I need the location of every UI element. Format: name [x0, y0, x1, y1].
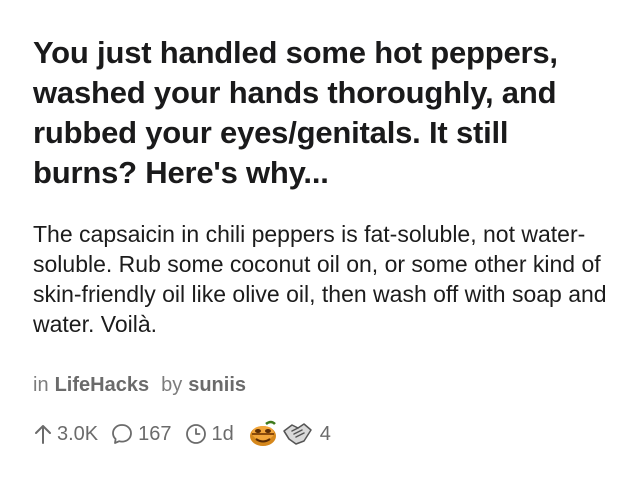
- in-label: in: [33, 374, 49, 396]
- by-label: by: [161, 374, 183, 396]
- post-card[interactable]: You just handled some hot peppers, washe…: [0, 0, 640, 482]
- upvote-arrow-icon: [33, 423, 53, 445]
- comment-bubble-icon: [110, 422, 134, 446]
- comments-button[interactable]: 167: [110, 422, 172, 446]
- hot-pepper-award-icon: [246, 419, 280, 449]
- upvote-count: 3.0K: [57, 422, 99, 445]
- post-actions: 3.0K 167 1d 4: [33, 419, 331, 449]
- post-body: The capsaicin in chili peppers is fat-so…: [33, 221, 607, 337]
- post-age: 1d: [184, 422, 234, 446]
- award-count: 4: [319, 422, 331, 445]
- handshake-award-icon: [280, 419, 314, 449]
- post-title[interactable]: You just handled some hot peppers, washe…: [33, 33, 618, 193]
- awards[interactable]: 4: [246, 419, 331, 449]
- subreddit-link[interactable]: LifeHacks: [55, 374, 150, 396]
- age-text: 1d: [211, 422, 234, 445]
- author-link[interactable]: suniis: [188, 374, 246, 396]
- post-meta: in LifeHacks by suniis: [33, 374, 246, 397]
- upvote-button[interactable]: 3.0K: [33, 423, 98, 446]
- clock-icon: [184, 422, 208, 446]
- comment-count: 167: [138, 422, 172, 445]
